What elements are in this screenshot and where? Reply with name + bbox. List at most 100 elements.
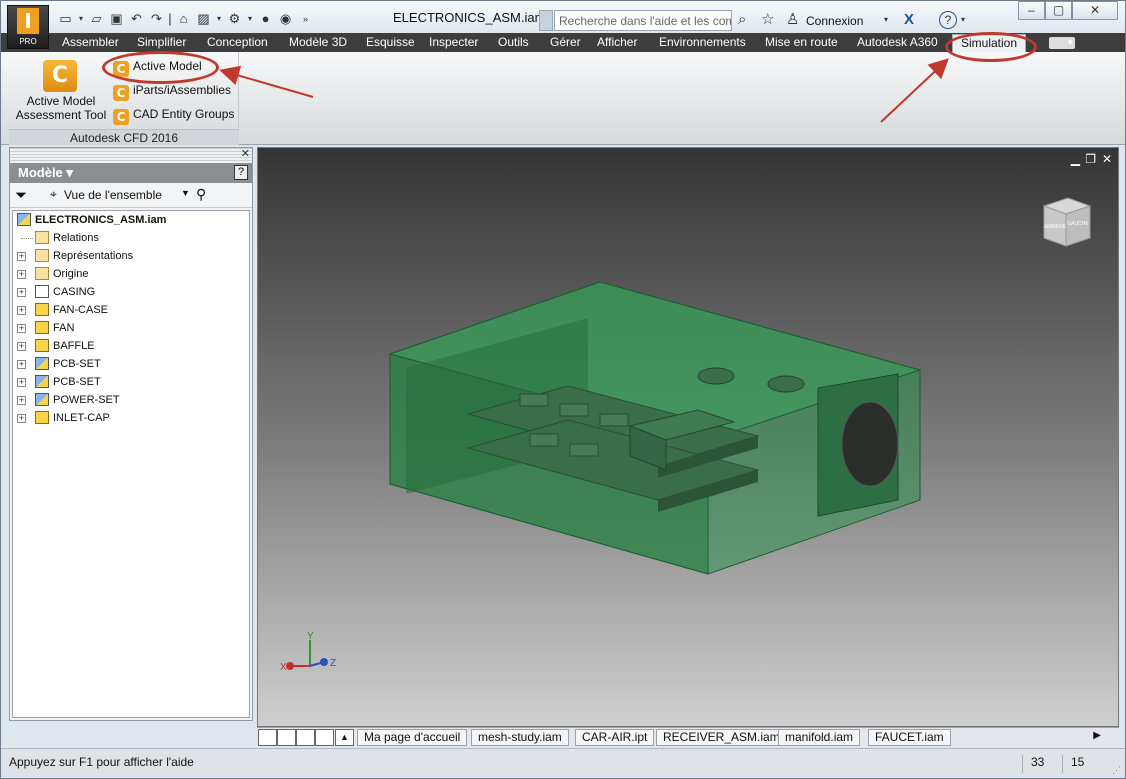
tree-item[interactable]: + Origine	[13, 265, 249, 283]
part-icon	[35, 321, 49, 334]
scroll-right-icon[interactable]: ▶	[1093, 730, 1101, 741]
folder-icon	[35, 231, 49, 244]
part-icon	[35, 411, 49, 424]
expand-icon[interactable]: +	[17, 396, 26, 405]
tree-connector	[21, 238, 33, 239]
dropdown-arrow-icon[interactable]: ▼	[181, 188, 190, 198]
tree-label: PCB-SET	[53, 376, 101, 388]
tree-item[interactable]: + PCB-SET	[13, 373, 249, 391]
subassembly-icon	[35, 375, 49, 388]
tree-item[interactable]: + POWER-SET	[13, 391, 249, 409]
z-axis-label: Z	[330, 658, 336, 669]
tree-label: PCB-SET	[53, 358, 101, 370]
tree-label: FAN-CASE	[53, 304, 109, 316]
capacitor	[697, 367, 735, 385]
tree-label: Origine	[53, 268, 89, 280]
browser-mode-dropdown[interactable]: Modèle ▾	[18, 165, 73, 181]
tree-item[interactable]: + FAN-CASE	[13, 301, 249, 319]
application-menu-button[interactable]: I PRO	[7, 5, 49, 49]
representations-icon	[35, 249, 49, 262]
question-icon[interactable]: ?	[234, 165, 248, 180]
application-window: ▭ ▾ ▱ ▣ ↶ ↷ | ⌂ ▨ ▾ ⚙ ▾ ● ◉ » ELECTRONIC…	[0, 0, 1126, 779]
tree-label: Relations	[53, 232, 99, 244]
tree-item[interactable]: + PCB-SET	[13, 355, 249, 373]
part-icon	[35, 303, 49, 316]
y-axis-label: Y	[307, 631, 314, 642]
graphics-viewport[interactable]: ▁ ❐ ✕ ARRIÈRE GAUCHE X Y Z	[257, 147, 1119, 727]
expand-icon[interactable]: +	[17, 270, 26, 279]
chevron-up-icon[interactable]: ▲	[335, 729, 354, 746]
filter-icon[interactable]: ⏷	[15, 187, 27, 204]
model-browser: ✕ Modèle ▾ ? ⏷ ⌖ Vue de l'ensemble ▼ ⚲ E…	[9, 147, 253, 721]
tree-label: INLET-CAP	[53, 412, 110, 424]
tree-label: FAN	[53, 322, 75, 334]
capacitor	[767, 375, 805, 393]
x-axis-handle	[286, 662, 294, 670]
subassembly-icon	[35, 357, 49, 370]
assembly-icon	[17, 213, 31, 226]
status-bar: Appuyez sur F1 pour afficher l'aide 33 1…	[1, 748, 1125, 778]
expand-icon[interactable]: +	[17, 378, 26, 387]
fan	[841, 401, 899, 487]
cfd-part-icon	[35, 285, 49, 298]
z-axis-handle	[320, 658, 328, 666]
cascade-layout-icon[interactable]	[258, 729, 277, 746]
horizontal-layout-icon[interactable]	[296, 729, 315, 746]
tree-label: ELECTRONICS_ASM.iam	[35, 214, 167, 226]
tree-item[interactable]: Relations	[13, 229, 249, 247]
tree-label: CASING	[53, 286, 96, 298]
axis-triad: X Y Z	[280, 631, 336, 673]
occurrence-count: 33	[1022, 755, 1044, 773]
tree-label: Représentations	[53, 250, 134, 262]
expand-icon[interactable]: +	[17, 306, 26, 315]
doc-tab[interactable]: FAUCET.iam	[868, 729, 951, 746]
open-documents-count: 15	[1062, 755, 1084, 773]
chip	[559, 403, 589, 417]
doc-tab[interactable]: manifold.iam	[778, 729, 861, 746]
expand-icon[interactable]: +	[17, 360, 26, 369]
vertical-layout-icon[interactable]	[315, 729, 334, 746]
chip	[519, 393, 549, 407]
chip	[599, 413, 629, 427]
doc-tab[interactable]: mesh-study.iam	[471, 729, 569, 746]
chip	[569, 443, 599, 457]
view-mode-icon: ⌖	[50, 187, 57, 201]
tree-item[interactable]: + INLET-CAP	[13, 409, 249, 427]
folder-icon	[35, 267, 49, 280]
browser-drag-handle[interactable]	[10, 148, 252, 162]
expand-icon[interactable]: +	[17, 414, 26, 423]
expand-icon[interactable]: +	[17, 252, 26, 261]
tree-item[interactable]: + CASING	[13, 283, 249, 301]
doc-tab[interactable]: Ma page d'accueil	[357, 729, 468, 746]
model-tree: ELECTRONICS_ASM.iam Relations + Représen…	[12, 210, 250, 718]
tile-layout-icon[interactable]	[277, 729, 296, 746]
tree-label: BAFFLE	[53, 340, 95, 352]
chip	[529, 433, 559, 447]
pro-badge: PRO	[19, 37, 37, 46]
expand-icon[interactable]: +	[17, 342, 26, 351]
binoculars-icon[interactable]: ⚲	[196, 186, 206, 203]
document-tab-bar: ▲ Ma page d'accueil mesh-study.iam CAR-A…	[257, 727, 1119, 746]
tree-item[interactable]: + FAN	[13, 319, 249, 337]
part-icon	[35, 339, 49, 352]
annotation-arrow-right	[880, 58, 949, 123]
view-mode-dropdown[interactable]: Vue de l'ensemble	[64, 188, 162, 202]
subassembly-icon	[35, 393, 49, 406]
doc-tab[interactable]: RECEIVER_ASM.iam	[656, 729, 787, 746]
inventor-logo-icon: I	[17, 8, 39, 34]
model-render	[388, 281, 922, 575]
annotation-arrow-left	[219, 65, 314, 98]
status-hint: Appuyez sur F1 pour afficher l'aide	[9, 755, 194, 769]
tree-item[interactable]: + BAFFLE	[13, 337, 249, 355]
close-icon[interactable]: ✕	[241, 148, 250, 161]
resize-grip-icon[interactable]: ⋰	[1112, 765, 1121, 776]
x-axis-label: X	[280, 662, 287, 673]
tree-root[interactable]: ELECTRONICS_ASM.iam	[13, 211, 249, 229]
browser-header: Modèle ▾ ?	[10, 163, 252, 183]
browser-toolbar: ⏷ ⌖ Vue de l'ensemble ▼ ⚲	[10, 184, 252, 208]
tree-label: POWER-SET	[53, 394, 120, 406]
doc-tab[interactable]: CAR-AIR.ipt	[575, 729, 655, 746]
tree-item[interactable]: + Représentations	[13, 247, 249, 265]
expand-icon[interactable]: +	[17, 288, 26, 297]
expand-icon[interactable]: +	[17, 324, 26, 333]
